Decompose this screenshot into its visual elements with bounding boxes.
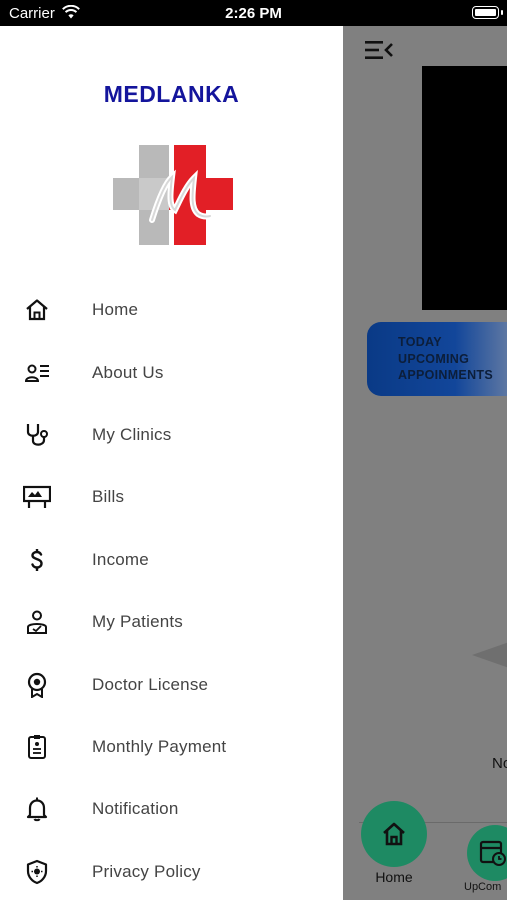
home-icon: [23, 296, 51, 324]
status-bar: Carrier 2:26 PM: [0, 0, 507, 26]
menu-close-icon[interactable]: [363, 38, 395, 62]
stethoscope-icon: [23, 421, 51, 449]
menu-item-label: Monthly Payment: [92, 736, 227, 756]
bill-board-icon: [23, 483, 51, 511]
brand-title: MEDLANKA: [103, 81, 240, 107]
upcoming-nav-label: UpCom: [464, 881, 502, 893]
today-appointments-card[interactable]: TODAY UPCOMING APPOINMENTS: [367, 322, 507, 396]
menu-item-doctor-license[interactable]: Doctor License: [0, 653, 343, 715]
menu-item-my-clinics[interactable]: My Clinics: [0, 404, 343, 466]
patient-icon: [23, 608, 51, 636]
menu-item-label: Doctor License: [92, 674, 209, 694]
no-data-text: No: [492, 755, 507, 772]
navigation-drawer: MEDLANKA Home About Us My Clinics Bills …: [0, 26, 343, 900]
home-nav-button[interactable]: [361, 801, 427, 867]
drawer-menu: Home About Us My Clinics Bills Income My…: [0, 279, 343, 903]
video-player[interactable]: [422, 66, 507, 310]
home-nav-label: Home: [375, 869, 413, 885]
main-screen-overlay[interactable]: TODAY UPCOMING APPOINMENTS No Home UpCom: [343, 26, 507, 900]
menu-item-income[interactable]: Income: [0, 529, 343, 591]
menu-item-label: My Patients: [92, 612, 184, 632]
upcoming-nav-button[interactable]: [467, 825, 507, 881]
menu-item-bills[interactable]: Bills: [0, 466, 343, 528]
menu-item-label: Income: [92, 549, 149, 569]
medlanka-logo: [112, 144, 234, 246]
calendar-clock-icon: [479, 840, 506, 866]
clipboard-icon: [23, 733, 51, 761]
menu-item-label: About Us: [92, 362, 164, 382]
battery-icon: [472, 6, 499, 19]
chevron-shape: [472, 641, 507, 669]
appointments-card-label: TODAY UPCOMING APPOINMENTS: [398, 335, 493, 382]
home-icon: [383, 822, 405, 846]
menu-item-monthly-payment[interactable]: Monthly Payment: [0, 716, 343, 778]
dollar-icon: [23, 546, 51, 574]
award-badge-icon: [23, 671, 51, 699]
menu-item-about-us[interactable]: About Us: [0, 341, 343, 403]
menu-item-label: Privacy Policy: [92, 861, 201, 881]
user-list-icon: [23, 359, 51, 387]
bell-icon: [23, 795, 51, 823]
menu-item-label: Bills: [92, 487, 125, 507]
menu-item-label: Home: [92, 300, 139, 320]
menu-item-label: Notification: [92, 799, 179, 819]
menu-item-my-patients[interactable]: My Patients: [0, 591, 343, 653]
menu-item-label: My Clinics: [92, 424, 172, 444]
menu-item-home[interactable]: Home: [0, 279, 343, 341]
menu-item-privacy-policy[interactable]: Privacy Policy: [0, 841, 343, 903]
clock: 2:26 PM: [225, 5, 282, 22]
shield-icon: [23, 858, 51, 886]
menu-item-notification[interactable]: Notification: [0, 778, 343, 840]
